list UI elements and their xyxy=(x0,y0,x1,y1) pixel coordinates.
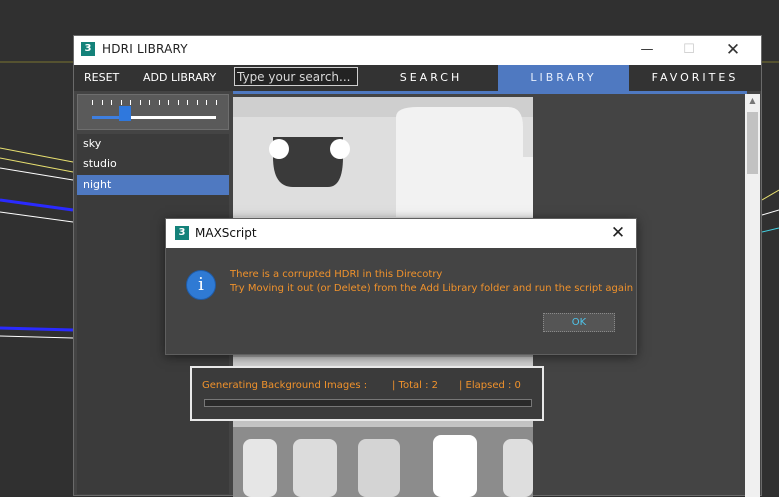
slider-tick xyxy=(149,100,151,105)
scrollbar-thumb[interactable] xyxy=(747,112,758,174)
slider-tick xyxy=(216,100,217,105)
category-item-studio[interactable]: studio xyxy=(77,154,229,174)
hdri-arch-window xyxy=(243,439,277,497)
maximize-button[interactable]: ☐ xyxy=(669,36,709,65)
wireframe-line xyxy=(0,326,74,332)
dialog-close-button[interactable]: ✕ xyxy=(608,219,628,248)
hdri-arch-window xyxy=(358,439,400,497)
vertical-scrollbar[interactable]: ▲ xyxy=(745,94,760,497)
3dsmax-app-icon: 3 xyxy=(175,226,189,240)
3dsmax-app-icon: 3 xyxy=(81,42,95,56)
close-button[interactable]: ✕ xyxy=(713,36,753,65)
slider-tick xyxy=(101,100,103,105)
hdri-window-glow xyxy=(396,107,533,217)
wireframe-line xyxy=(761,227,779,233)
slider-tick xyxy=(130,100,132,105)
wireframe-line xyxy=(761,209,779,216)
slider-tick xyxy=(120,100,122,105)
scroll-up-arrow-icon[interactable]: ▲ xyxy=(745,94,760,108)
tab-search[interactable]: SEARCH xyxy=(364,65,498,91)
progress-label: Generating Background Images : xyxy=(202,380,368,391)
reset-button[interactable]: RESET xyxy=(84,65,119,91)
tab-favorites[interactable]: FAVORITES xyxy=(629,65,761,91)
toolbar: RESET ADD LIBRARY SEARCH LIBRARY FAVORIT… xyxy=(74,65,761,91)
slider-tick xyxy=(206,100,208,105)
info-icon: i xyxy=(186,270,216,300)
slider-tick xyxy=(139,100,141,105)
minimize-button[interactable]: — xyxy=(627,36,667,65)
window-titlebar[interactable]: 3 HDRI LIBRARY — ☐ ✕ xyxy=(74,36,761,65)
ok-button[interactable]: OK xyxy=(543,313,615,332)
wireframe-line xyxy=(0,198,74,212)
hdri-arch-window xyxy=(293,439,337,497)
dialog-message-line: There is a corrupted HDRI in this Direco… xyxy=(230,269,443,280)
search-input[interactable] xyxy=(234,67,358,86)
progress-bar xyxy=(204,399,532,407)
slider-tick xyxy=(177,100,179,105)
thumbnail-size-slider xyxy=(77,94,229,130)
hdri-arch-window xyxy=(503,439,533,497)
add-library-button[interactable]: ADD LIBRARY xyxy=(143,65,216,91)
slider-tick xyxy=(111,100,113,105)
dialog-title: MAXScript xyxy=(195,226,257,240)
progress-total: | Total : 2 xyxy=(392,380,438,391)
progress-elapsed: | Elapsed : 0 xyxy=(459,380,521,391)
slider-tick xyxy=(168,100,170,105)
progress-panel: Generating Background Images : | Total :… xyxy=(190,366,544,421)
hdri-arch-window xyxy=(433,435,477,497)
maxscript-dialog: 3 MAXScript ✕ i There is a corrupted HDR… xyxy=(165,218,637,355)
slider-tick xyxy=(92,100,93,105)
slider-tick xyxy=(158,100,160,105)
wireframe-line xyxy=(0,335,74,339)
slider-tick xyxy=(196,100,198,105)
wireframe-line xyxy=(761,189,779,201)
wireframe-line xyxy=(0,211,74,223)
category-item-sky[interactable]: sky xyxy=(77,134,229,154)
tab-library[interactable]: LIBRARY xyxy=(498,65,629,91)
category-item-night[interactable]: night xyxy=(77,175,229,195)
hdri-light-spot xyxy=(330,139,350,159)
hdri-light-spot xyxy=(269,139,289,159)
slider-tick xyxy=(187,100,189,105)
window-title: HDRI LIBRARY xyxy=(102,42,188,56)
active-tab-underline xyxy=(233,91,747,94)
slider-thumb[interactable] xyxy=(119,106,132,121)
dialog-titlebar[interactable]: 3 MAXScript ✕ xyxy=(166,219,636,248)
dialog-message-line: Try Moving it out (or Delete) from the A… xyxy=(230,283,634,294)
